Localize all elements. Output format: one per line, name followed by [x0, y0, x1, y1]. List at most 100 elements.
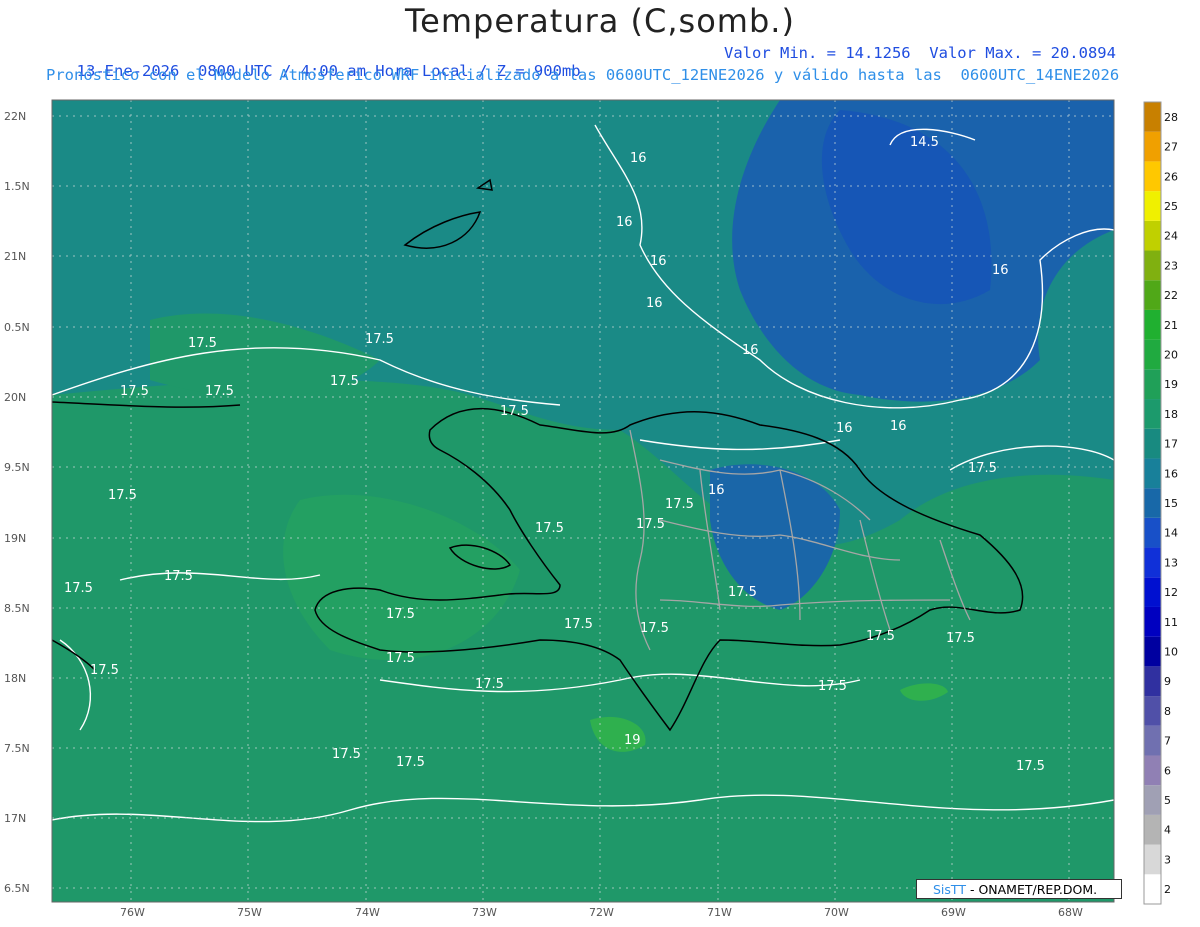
contour-label: 17.5 [205, 384, 234, 399]
lat-tick-label: 17N [4, 812, 26, 825]
shaded-field: 14.5 16 16 16 16 16 16 16 16 16 17.5 17.… [52, 100, 1114, 902]
colorbar-swatch [1144, 458, 1161, 489]
colorbar-swatch [1144, 102, 1161, 132]
colorbar-label: 3 [1164, 853, 1171, 866]
contour-label: 17.5 [396, 755, 425, 770]
lon-tick-label: 73W [472, 906, 497, 919]
colorbar-label: 5 [1164, 794, 1171, 807]
colorbar-swatch [1144, 725, 1161, 756]
contour-label: 17.5 [108, 488, 137, 503]
contour-label: 16 [890, 419, 907, 434]
contour-label: 16 [836, 421, 853, 436]
colorbar-swatch [1144, 220, 1161, 251]
lat-tick-label: 19N [4, 532, 26, 545]
colorbar-label: 20 [1164, 348, 1178, 361]
contour-label: 17.5 [636, 517, 665, 532]
colorbar-label: 22 [1164, 289, 1178, 302]
contour-label: 16 [650, 254, 667, 269]
colorbar-swatch [1144, 547, 1161, 578]
colorbar-label: 25 [1164, 200, 1178, 213]
colorbar-label: 14 [1164, 527, 1178, 540]
contour-label: 17.5 [728, 585, 757, 600]
lon-tick-label: 69W [941, 906, 966, 919]
contour-label: 17.5 [866, 629, 895, 644]
colorbar-label: 27 [1164, 141, 1178, 154]
contour-label: 17.5 [946, 631, 975, 646]
colorbar-label: 7 [1164, 735, 1171, 748]
lon-tick-label: 74W [355, 906, 380, 919]
contour-label: 17.5 [818, 679, 847, 694]
colorbar-swatch [1144, 755, 1161, 786]
lon-axis: 76W 75W 74W 73W 72W 71W 70W 69W 68W [120, 906, 1083, 919]
contour-label: 17.5 [535, 521, 564, 536]
contour-label: 16 [616, 215, 633, 230]
colorbar-label: 11 [1164, 616, 1178, 629]
colorbar-swatch [1144, 161, 1161, 192]
credit-text: - ONAMET/REP.DOM. [965, 882, 1098, 897]
lon-tick-label: 68W [1058, 906, 1083, 919]
colorbar-label: 23 [1164, 259, 1178, 272]
lat-tick-label: 0.5N [4, 321, 30, 334]
contour-label: 17.5 [386, 607, 415, 622]
colorbar-swatch [1144, 874, 1161, 904]
contour-label: 16 [646, 296, 663, 311]
colorbar-swatch [1144, 814, 1161, 845]
colorbar-swatch [1144, 785, 1161, 815]
lat-tick-label: 9.5N [4, 461, 30, 474]
colorbar-swatch [1144, 309, 1161, 340]
contour-label: 17.5 [475, 677, 504, 692]
colorbar-swatch [1144, 666, 1161, 697]
colorbar-swatch [1144, 606, 1161, 637]
colorbar-swatch [1144, 280, 1161, 310]
contour-label: 17.5 [665, 497, 694, 512]
lat-tick-label: 18N [4, 672, 26, 685]
credit-box: SisTT - ONAMET/REP.DOM. [916, 879, 1122, 899]
contour-label: 17.5 [564, 617, 593, 632]
colorbar-swatch [1144, 577, 1161, 607]
colorbar-swatch [1144, 844, 1161, 875]
colorbar-label: 19 [1164, 378, 1178, 391]
contour-label: 17.5 [330, 374, 359, 389]
colorbar-label: 9 [1164, 675, 1171, 688]
colorbar: 2345678910111213141516171819202122232425… [1143, 101, 1178, 905]
sistt-logo: SisTT [933, 882, 966, 897]
contour-label: 17.5 [188, 336, 217, 351]
colorbar-label: 18 [1164, 408, 1178, 421]
temperature-map: 14.5 16 16 16 16 16 16 16 16 16 17.5 17.… [4, 99, 1178, 919]
colorbar-label: 21 [1164, 319, 1178, 332]
contour-label: 16 [708, 483, 725, 498]
contour-label: 17.5 [365, 332, 394, 347]
colorbar-swatch [1144, 488, 1161, 518]
contour-label: 17.5 [332, 747, 361, 762]
colorbar-label: 2 [1164, 883, 1171, 896]
contour-label: 16 [742, 343, 759, 358]
colorbar-swatch [1144, 517, 1161, 548]
colorbar-swatch [1144, 131, 1161, 162]
contour-label: 17.5 [386, 651, 415, 666]
lon-tick-label: 75W [237, 906, 262, 919]
lon-tick-label: 72W [589, 906, 614, 919]
colorbar-label: 13 [1164, 556, 1178, 569]
contour-label: 16 [630, 151, 647, 166]
colorbar-label: 16 [1164, 467, 1178, 480]
colorbar-swatch [1144, 369, 1161, 400]
colorbar-swatch [1144, 428, 1161, 459]
colorbar-label: 12 [1164, 586, 1178, 599]
contour-label: 17.5 [120, 384, 149, 399]
contour-label: 19 [624, 733, 641, 748]
colorbar-label: 24 [1164, 230, 1178, 243]
contour-label: 16 [992, 263, 1009, 278]
colorbar-label: 15 [1164, 497, 1178, 510]
colorbar-label: 26 [1164, 170, 1178, 183]
contour-label: 17.5 [968, 461, 997, 476]
colorbar-label: 6 [1164, 764, 1171, 777]
lon-tick-label: 70W [824, 906, 849, 919]
contour-label: 17.5 [640, 621, 669, 636]
colorbar-label: 8 [1164, 705, 1171, 718]
colorbar-swatch [1144, 339, 1161, 370]
contour-label: 17.5 [1016, 759, 1045, 774]
lon-tick-label: 71W [707, 906, 732, 919]
colorbar-label: 17 [1164, 438, 1178, 451]
lat-tick-label: 22N [4, 110, 26, 123]
lat-tick-label: 6.5N [4, 882, 30, 895]
